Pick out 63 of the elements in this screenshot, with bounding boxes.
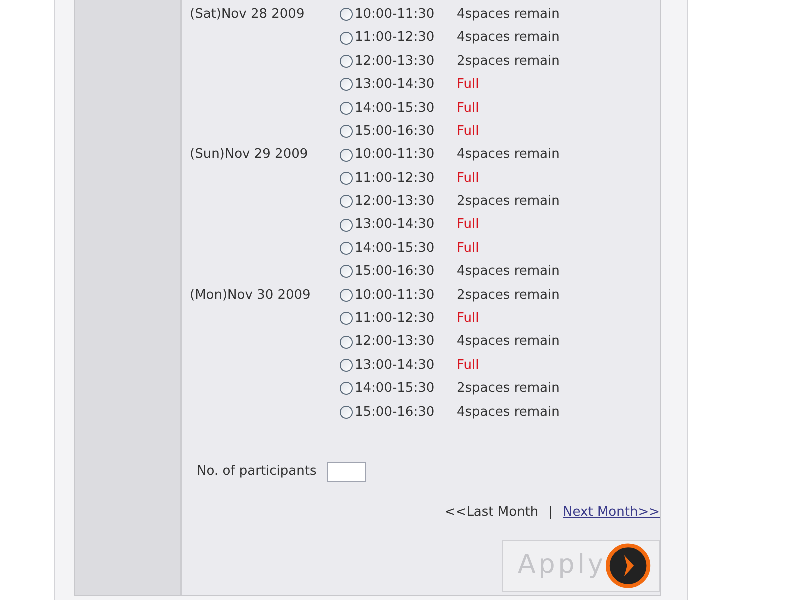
availability-status: 2spaces remain xyxy=(457,380,560,398)
time-slot-radio[interactable] xyxy=(340,125,353,138)
time-range: 10:00-11:30 xyxy=(355,146,436,164)
time-slot-radio[interactable] xyxy=(340,265,353,278)
time-slot-radio[interactable] xyxy=(340,242,353,256)
time-slot-radio[interactable] xyxy=(340,32,353,45)
time-slot-radio[interactable] xyxy=(340,406,353,419)
availability-status: 4spaces remain xyxy=(457,263,560,282)
availability-status: Full xyxy=(457,100,480,118)
availability-status: Full xyxy=(457,240,480,258)
availability-status: 4spaces remain xyxy=(457,6,560,24)
participants-field[interactable] xyxy=(326,462,366,482)
date-label: (Sat)Nov 28 2009 xyxy=(190,6,306,24)
last-month-link[interactable]: <<Last Month xyxy=(444,503,539,523)
time-range: 10:00-11:30 xyxy=(355,6,436,24)
availability-status: 4spaces remain xyxy=(457,29,560,48)
availability-status: 4spaces remain xyxy=(457,404,560,422)
availability-status: 2spaces remain xyxy=(457,52,560,71)
date-label: (Sun)Nov 29 2009 xyxy=(190,146,310,164)
chevron-icon xyxy=(606,542,651,589)
time-range: 15:00-16:30 xyxy=(355,122,436,141)
date-label: (Mon)Nov 30 2009 xyxy=(190,286,312,305)
time-slot-radio[interactable] xyxy=(340,359,353,372)
availability-status: Full xyxy=(457,356,480,375)
time-slot-radio[interactable] xyxy=(340,102,353,115)
availability-status: Full xyxy=(457,122,480,141)
availability-status: 4spaces remain xyxy=(457,333,560,352)
time-range: 13:00-14:30 xyxy=(355,356,436,375)
time-range: 12:00-13:30 xyxy=(355,52,436,71)
time-slot-radio[interactable] xyxy=(340,78,353,92)
time-slot-radio[interactable] xyxy=(340,195,353,208)
time-slot-radio[interactable] xyxy=(340,218,353,232)
time-slot-radio[interactable] xyxy=(340,312,353,326)
time-slot-radio[interactable] xyxy=(340,172,353,185)
availability-status: 4spaces remain xyxy=(457,146,560,164)
time-range: 12:00-13:30 xyxy=(355,193,436,212)
time-range: 15:00-16:30 xyxy=(355,263,436,282)
time-slot-radio[interactable] xyxy=(340,336,353,349)
availability-status: 2spaces remain xyxy=(457,193,560,212)
time-range: 14:00-15:30 xyxy=(355,240,436,258)
time-range: 13:00-14:30 xyxy=(355,216,436,234)
time-range: 11:00-12:30 xyxy=(355,170,436,188)
next-month-link[interactable]: Next Month>> xyxy=(563,503,660,523)
availability-status: 2spaces remain xyxy=(457,286,560,305)
time-range: 12:00-13:30 xyxy=(355,333,436,352)
time-slot-radio[interactable] xyxy=(340,8,353,22)
time-range: 11:00-12:30 xyxy=(355,310,436,328)
separator: | xyxy=(548,504,554,522)
time-slot-radio[interactable] xyxy=(340,148,353,162)
time-range: 14:00-15:30 xyxy=(355,100,436,118)
time-range: 10:00-11:30 xyxy=(355,286,436,305)
participants-label: No. of participants xyxy=(197,463,317,482)
time-slot-radio[interactable] xyxy=(340,288,353,302)
time-range: 14:00-15:30 xyxy=(355,380,436,398)
availability-status: Full xyxy=(457,76,480,94)
time-range: 15:00-16:30 xyxy=(355,404,436,422)
time-slot-radio[interactable] xyxy=(340,54,353,68)
time-range: 13:00-14:30 xyxy=(355,76,436,94)
availability-status: Full xyxy=(457,216,480,234)
time-range: 11:00-12:30 xyxy=(355,29,436,48)
time-slot-radio[interactable] xyxy=(340,382,353,396)
availability-status: Full xyxy=(457,170,480,188)
availability-status: Full xyxy=(457,310,480,328)
